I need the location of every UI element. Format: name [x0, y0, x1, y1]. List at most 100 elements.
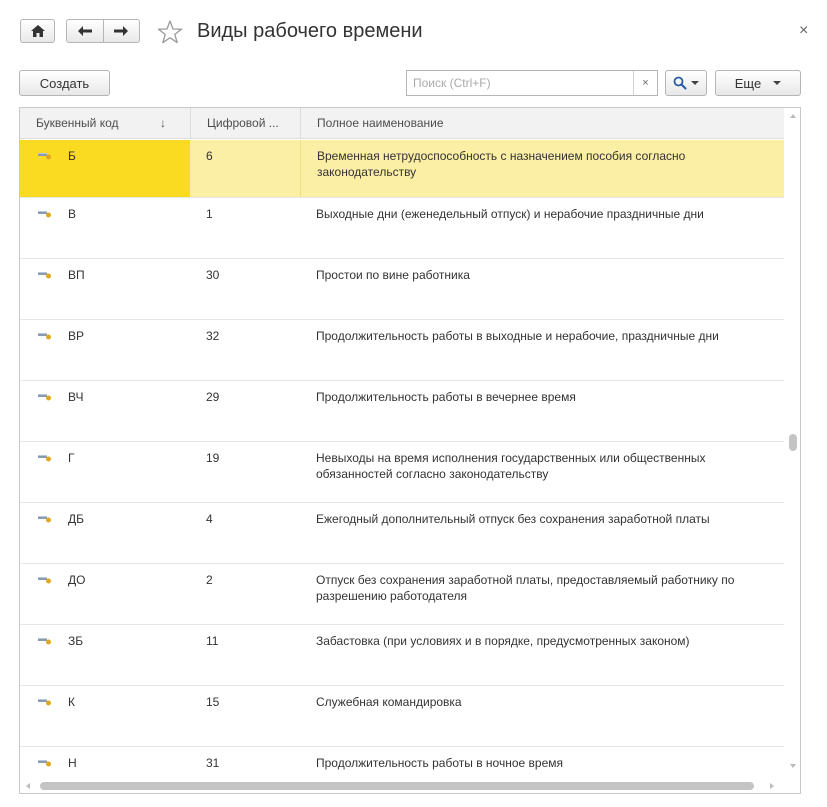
number-cell: 4 — [206, 512, 213, 526]
column-header-code-label: Буквенный код — [36, 116, 119, 130]
code-value: В — [68, 207, 77, 221]
search-button[interactable] — [665, 70, 707, 96]
number-cell: 2 — [206, 573, 213, 587]
search-clear-icon[interactable]: × — [633, 71, 657, 95]
number-cell: 30 — [206, 268, 220, 282]
code-cell: В — [20, 198, 190, 258]
table-row[interactable]: В 1 Выходные дни (еженедельный отпуск) и н… — [20, 198, 784, 259]
code-cell: ВП — [20, 259, 190, 319]
home-icon — [30, 25, 45, 37]
record-icon — [38, 211, 51, 218]
name-cell: Продолжительность работы в ночное время — [316, 756, 563, 770]
navigation-buttons — [66, 19, 140, 43]
vertical-scrollbar[interactable] — [785, 108, 800, 778]
number-cell: 6 — [206, 149, 213, 163]
name-cell: Простои по вине работника — [316, 268, 470, 282]
number-cell: 1 — [206, 207, 213, 221]
column-header-number[interactable]: Цифровой ... — [190, 108, 300, 139]
table-body: Б 6 Временная нетрудоспособность с назначе… — [20, 140, 784, 793]
home-button[interactable] — [20, 19, 55, 43]
sort-arrow-icon: ↓ — [160, 116, 166, 130]
table-row[interactable]: ДО 2 Отпуск без сохранения заработной плат… — [20, 564, 784, 625]
table-row[interactable]: Б 6 Временная нетрудоспособность с назначе… — [20, 140, 784, 198]
name-cell: Забастовка (при условиях и в порядке, пр… — [316, 634, 690, 648]
number-cell: 29 — [206, 390, 220, 404]
code-value: ЗБ — [68, 634, 84, 648]
star-icon[interactable] — [157, 19, 183, 45]
number-cell: 15 — [206, 695, 220, 709]
code-value: ВП — [68, 268, 85, 282]
number-cell: 32 — [206, 329, 220, 343]
name-cell: Невыходы на время исполнения государстве… — [316, 451, 706, 481]
code-cell: ДО — [20, 564, 190, 624]
create-button[interactable]: Создать — [19, 70, 110, 96]
column-header-name[interactable]: Полное наименование — [300, 108, 784, 139]
search-box: × — [406, 70, 658, 96]
horizontal-scroll-thumb[interactable] — [40, 782, 754, 790]
code-value: ВЧ — [68, 390, 84, 404]
name-cell: Ежегодный дополнительный отпуск без сохр… — [316, 512, 710, 526]
code-cell: ДБ — [20, 503, 190, 563]
arrow-right-icon — [114, 26, 129, 36]
table-row[interactable]: ДБ 4 Ежегодный дополнительный отпуск без с… — [20, 503, 784, 564]
record-icon — [38, 638, 51, 645]
magnifier-icon — [673, 76, 687, 90]
table-row[interactable]: ВР 32 Продолжительность работы в выходные … — [20, 320, 784, 381]
name-cell: Продолжительность работы в вечернее врем… — [316, 390, 576, 404]
more-button-label: Еще — [734, 75, 762, 91]
code-cell: Б — [20, 140, 190, 197]
horizontal-scrollbar[interactable] — [20, 778, 784, 793]
code-cell: К — [20, 686, 190, 746]
record-icon — [38, 455, 51, 462]
code-value: Н — [68, 756, 77, 770]
code-value: ДБ — [68, 512, 85, 526]
code-value: Б — [68, 149, 76, 163]
table-row[interactable]: К 15 Служебная командировка — [20, 686, 784, 747]
forward-button[interactable] — [102, 20, 140, 42]
search-input[interactable] — [407, 71, 633, 95]
vertical-scroll-thumb[interactable] — [789, 434, 797, 451]
scroll-down-icon[interactable] — [790, 764, 796, 768]
column-header-code[interactable]: Буквенный код ↓ — [20, 108, 190, 139]
table-row[interactable]: ВП 30 Простои по вине работника — [20, 259, 784, 320]
work-time-types-table: Буквенный код ↓ Цифровой ... Полное наим… — [19, 107, 801, 794]
name-cell: Временная нетрудоспособность с назначени… — [300, 140, 784, 197]
back-button[interactable] — [67, 20, 103, 42]
scroll-right-icon[interactable] — [770, 783, 774, 789]
code-value: ВР — [68, 329, 85, 343]
table-row[interactable]: ЗБ 11 Забастовка (при условиях и в порядке… — [20, 625, 784, 686]
table-header: Буквенный код ↓ Цифровой ... Полное наим… — [20, 108, 784, 139]
name-cell: Продолжительность работы в выходные и не… — [316, 329, 719, 343]
number-cell: 19 — [206, 451, 220, 465]
table-row[interactable]: ВЧ 29 Продолжительность работы в вечернее … — [20, 381, 784, 442]
record-icon — [38, 577, 51, 584]
record-icon — [38, 153, 51, 160]
name-cell: Выходные дни (еженедельный отпуск) и нер… — [316, 207, 704, 221]
code-value: К — [68, 695, 75, 709]
code-cell: ВЧ — [20, 381, 190, 441]
record-icon — [38, 516, 51, 523]
code-value: Г — [68, 451, 75, 465]
name-cell: Служебная командировка — [316, 695, 462, 709]
page-title: Виды рабочего времени — [197, 20, 423, 42]
code-cell: ВР — [20, 320, 190, 380]
number-cell: 11 — [206, 634, 219, 648]
code-cell: Г — [20, 442, 190, 502]
arrow-left-icon — [77, 26, 92, 36]
chevron-down-icon — [691, 81, 699, 85]
scroll-left-icon[interactable] — [26, 783, 30, 789]
code-value: ДО — [68, 573, 86, 587]
record-icon — [38, 333, 51, 340]
record-icon — [38, 760, 51, 767]
name-cell: Отпуск без сохранения заработной платы, … — [316, 573, 735, 603]
record-icon — [38, 272, 51, 279]
close-icon[interactable]: × — [799, 22, 808, 40]
code-cell: ЗБ — [20, 625, 190, 685]
table-row[interactable]: Г 19 Невыходы на время исполнения государс… — [20, 442, 784, 503]
chevron-down-icon — [773, 81, 782, 85]
scroll-up-icon[interactable] — [790, 114, 796, 118]
number-cell: 31 — [206, 756, 220, 770]
record-icon — [38, 394, 51, 401]
record-icon — [38, 699, 51, 706]
more-button[interactable]: Еще — [715, 70, 801, 96]
